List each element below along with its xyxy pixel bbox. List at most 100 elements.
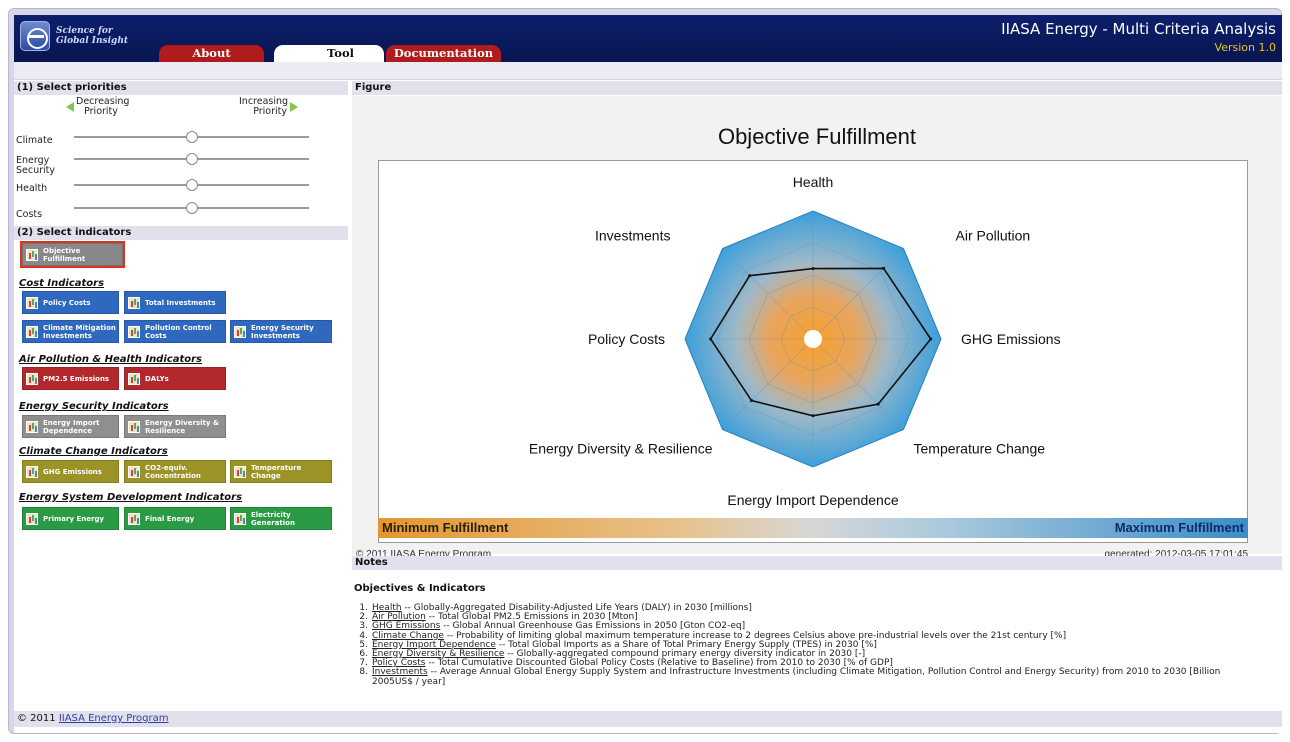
slider-label-health: Health xyxy=(16,183,48,194)
chart-icon xyxy=(128,325,140,338)
radar-axis-label: Energy Import Dependence xyxy=(727,492,898,508)
notes-item-number: 8. xyxy=(359,667,368,678)
radar-point xyxy=(811,267,815,271)
policy-costs-button[interactable]: Policy Costs xyxy=(22,291,119,314)
chart-icon xyxy=(128,465,140,478)
objective-fulfillment-button[interactable]: Objective Fulfillment xyxy=(20,241,125,268)
slider-label-energy-security: Energy Security xyxy=(16,155,56,176)
radar-point xyxy=(929,337,933,341)
group-title-energy-system: Energy System Development Indicators xyxy=(19,492,243,503)
button-label: Electricity Generation xyxy=(251,510,295,527)
chart-icon xyxy=(26,325,38,338)
radar-point xyxy=(811,414,815,418)
button-label: Energy Import Dependence xyxy=(43,418,100,435)
slider-thumb-climate[interactable] xyxy=(185,131,198,143)
notes-item: 8. Investments -- Average Annual Global E… xyxy=(354,667,1259,687)
notes-header: Notes xyxy=(352,556,1282,570)
radar-axis-label: Health xyxy=(793,174,833,190)
notes-item-text: Investments -- Average Annual Global Ene… xyxy=(372,667,1259,687)
group-title-air-pollution: Air Pollution & Health Indicators xyxy=(19,354,202,365)
footer-link[interactable]: IIASA Energy Program xyxy=(59,713,169,724)
priority-line: Priority xyxy=(84,106,118,117)
slider-label-costs: Costs xyxy=(16,209,43,220)
energy-diversity-button[interactable]: Energy Diversity & Resilience xyxy=(124,415,226,438)
button-label: PM2.5 Emissions xyxy=(43,374,110,383)
tab-about[interactable]: About xyxy=(159,45,264,62)
footer: © 2011 IIASA Energy Program xyxy=(14,711,1282,727)
button-label: Energy Diversity & Resilience xyxy=(145,418,219,435)
temperature-change-button[interactable]: Temperature Change xyxy=(230,460,332,483)
chart-icon xyxy=(128,512,140,525)
button-label: Temperature Change xyxy=(251,463,302,480)
radar-point xyxy=(882,266,886,270)
app-container: Science for Global Insight About Tool Do… xyxy=(14,15,1282,733)
button-label: Primary Energy xyxy=(43,514,104,523)
logo-line-1: Science for xyxy=(56,26,113,36)
radar-axis-label: Policy Costs xyxy=(588,331,665,347)
app-title: IIASA Energy - Multi Criteria Analysis xyxy=(1001,20,1276,38)
climate-mitigation-investments-button[interactable]: Climate Mitigation Investments xyxy=(22,320,119,343)
app-header: Science for Global Insight About Tool Do… xyxy=(14,15,1282,62)
primary-energy-button[interactable]: Primary Energy xyxy=(22,507,119,530)
chart-title: Objective Fulfillment xyxy=(717,124,917,149)
chart-icon xyxy=(234,325,246,338)
pollution-control-costs-button[interactable]: Pollution Control Costs xyxy=(124,320,226,343)
co2-concentration-button[interactable]: CO2-equiv. Concentration xyxy=(124,460,226,483)
left-panel: (1) Select priorities Decreasing Priorit… xyxy=(14,81,348,706)
increasing-priority-label: Increasing Priority xyxy=(239,97,288,117)
priority-line: Priority xyxy=(253,106,287,117)
logo-text: Science for Global Insight xyxy=(56,26,128,46)
pm25-emissions-button[interactable]: PM2.5 Emissions xyxy=(22,367,119,390)
sub-bar xyxy=(14,62,1282,80)
group-title-cost: Cost Indicators xyxy=(19,278,105,289)
priorities-header: (1) Select priorities xyxy=(14,81,348,95)
button-label: Objective Fulfillment xyxy=(43,246,86,263)
increase-arrow-icon xyxy=(290,102,298,112)
slider-thumb-costs[interactable] xyxy=(185,202,198,214)
button-label: DALYs xyxy=(145,374,169,383)
button-label: GHG Emissions xyxy=(43,467,102,476)
chart-icon xyxy=(26,465,38,478)
radar-chart: Health Air Pollution GHG Emissions Temperat… xyxy=(529,174,1061,508)
app-version: Version 1.0 xyxy=(1214,41,1276,54)
decrease-arrow-icon xyxy=(66,102,74,112)
button-label: Energy Security Investments xyxy=(251,323,314,340)
figure-area: Objective Fulfillment Health Air Pollutio… xyxy=(352,96,1282,560)
button-label: Policy Costs xyxy=(43,298,91,307)
min-fulfillment-label: Minimum Fulfillment xyxy=(382,520,509,535)
iiasa-logo[interactable]: Science for Global Insight xyxy=(20,21,128,51)
radar-axis-label: Temperature Change xyxy=(914,441,1046,457)
chart-icon xyxy=(234,465,246,478)
button-label: Climate Mitigation Investments xyxy=(43,323,116,340)
electricity-generation-button[interactable]: Electricity Generation xyxy=(230,507,332,530)
slider-thumb-health[interactable] xyxy=(185,179,198,191)
chart-icon xyxy=(26,248,38,261)
figure-header: Figure xyxy=(352,81,1282,95)
radar-point xyxy=(748,274,752,278)
tab-documentation[interactable]: Documentation xyxy=(386,45,501,62)
radar-center xyxy=(804,330,822,348)
chart-box: Health Air Pollution GHG Emissions Temperat… xyxy=(378,160,1248,543)
figure-panel: Figure Objective Fulfillment Health Air P… xyxy=(352,81,1282,706)
radar-point xyxy=(876,402,880,406)
total-investments-button[interactable]: Total Investments xyxy=(124,291,226,314)
ghg-emissions-button[interactable]: GHG Emissions xyxy=(22,460,119,483)
energy-import-dependence-button[interactable]: Energy Import Dependence xyxy=(22,415,119,438)
final-energy-button[interactable]: Final Energy xyxy=(124,507,226,530)
energy-security-investments-button[interactable]: Energy Security Investments xyxy=(230,320,332,343)
slider-thumb-energy-security[interactable] xyxy=(185,153,198,165)
tab-tool[interactable]: Tool xyxy=(274,45,384,62)
notes-item-description: -- Average Annual Global Energy Supply S… xyxy=(372,667,1221,687)
button-label: Total Investments xyxy=(145,298,216,307)
logo-line-2: Global Insight xyxy=(56,36,129,46)
chart-icon xyxy=(26,296,38,309)
fulfillment-scale: Minimum Fulfillment Maximum Fulfillment xyxy=(378,518,1248,538)
notes-area: Objectives & Indicators 1. Health -- Glob… xyxy=(352,571,1282,706)
dalys-button[interactable]: DALYs xyxy=(124,367,226,390)
indicators-header: (2) Select indicators xyxy=(14,226,348,240)
radar-axis-label: Energy Diversity & Resilience xyxy=(529,441,713,457)
footer-copyright: © 2011 xyxy=(17,713,59,724)
radar-axis-label: GHG Emissions xyxy=(961,331,1061,347)
decreasing-priority-label: Decreasing Priority xyxy=(76,97,129,117)
group-title-climate-change: Climate Change Indicators xyxy=(19,446,168,457)
